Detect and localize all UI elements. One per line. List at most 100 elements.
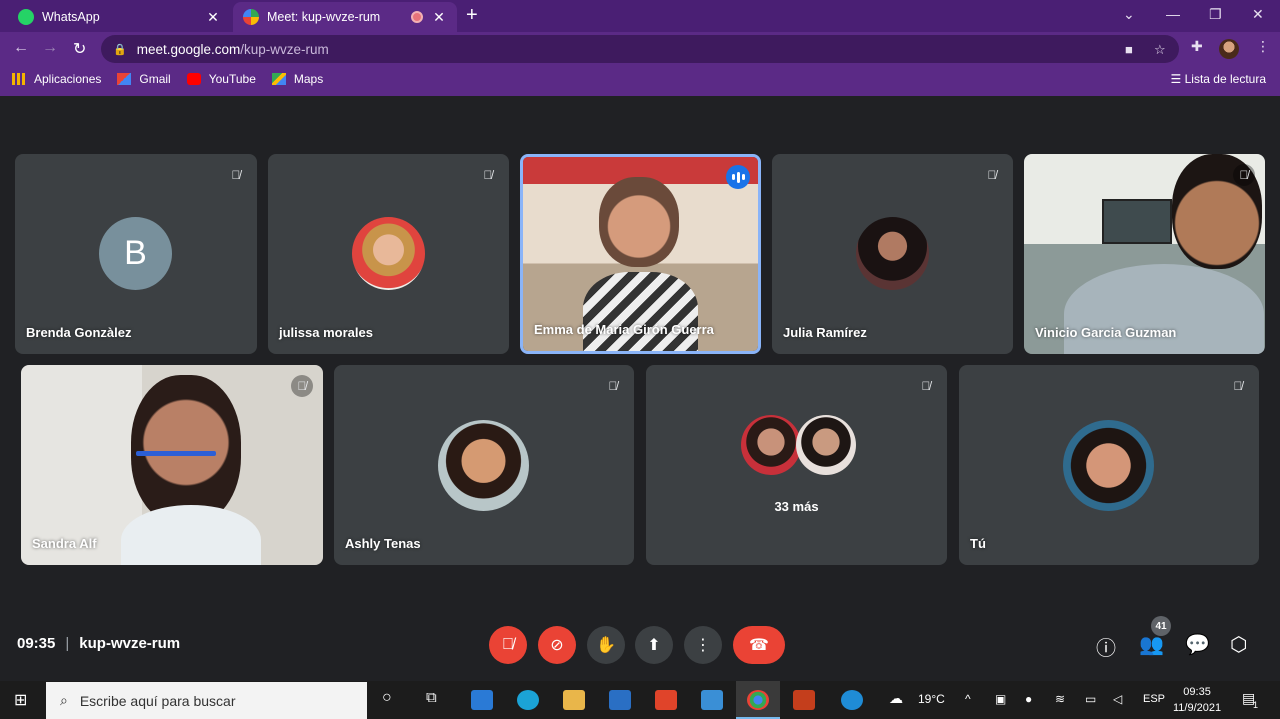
edge-icon[interactable] — [517, 690, 539, 710]
avatar: B — [99, 217, 172, 290]
tab-meet[interactable]: Meet: kup-wvze-rum ✕ — [233, 2, 457, 32]
participant-tile-brenda[interactable]: 🎙̸ B Brenda Gonzàlez — [15, 154, 257, 354]
recording-indicator-icon — [411, 11, 423, 23]
more-participants-label: 33 más — [774, 499, 819, 514]
language-indicator[interactable]: ESP — [1143, 693, 1165, 705]
participant-tile-more[interactable]: 🎙̸ 33 más — [646, 365, 947, 565]
cortana-icon[interactable]: ○ — [382, 689, 392, 707]
close-tab-icon[interactable]: ✕ — [431, 9, 447, 26]
youtube-icon — [186, 73, 201, 85]
reading-list[interactable]: ☰ Lista de lectura — [1171, 72, 1266, 86]
pen — [136, 451, 216, 456]
gmail-icon — [117, 73, 132, 85]
show-hidden-icons-icon[interactable]: ^ — [965, 692, 971, 706]
app-icon[interactable] — [701, 690, 723, 710]
avatar — [856, 217, 929, 290]
taskbar-clock[interactable]: 09:35 11/9/2021 — [1173, 684, 1221, 716]
meeting-info: 09:35 | kup-wvze-rum — [17, 635, 180, 652]
forward-icon[interactable]: → — [42, 39, 58, 57]
present-button[interactable]: ⬆ — [635, 626, 673, 664]
meeting-details-icon[interactable]: ⓘ — [1096, 632, 1116, 661]
bookmark-youtube[interactable]: YouTube — [186, 72, 256, 86]
tab-whatsapp[interactable]: WhatsApp ✕ — [8, 2, 231, 32]
avatar — [438, 420, 529, 511]
mail-icon[interactable] — [471, 690, 493, 710]
battery-icon[interactable]: ▭ — [1085, 692, 1096, 706]
present-icon: ⬆ — [647, 637, 661, 654]
tab-search-icon[interactable]: ⌄ — [1123, 6, 1135, 23]
wifi-icon[interactable]: ≋ — [1055, 692, 1065, 706]
meeting-controls-bar: 09:35 | kup-wvze-rum 🎙̸ ⊘ ✋ ⬆ ⋮ ☎ ⓘ 👥 41 💬… — [0, 600, 1280, 680]
reload-icon[interactable]: ↻ — [73, 39, 86, 59]
maximize-icon[interactable]: ❐ — [1209, 6, 1222, 23]
minimize-icon[interactable]: — — [1166, 6, 1180, 22]
search-icon: ⌕ — [60, 692, 68, 708]
mic-off-icon: 🎙̸ — [921, 379, 931, 393]
participant-name: Vinicio Garcia Guzman — [1035, 325, 1177, 340]
participant-tile-sandra[interactable]: 🎙̸ Sandra Alf — [21, 365, 323, 565]
end-call-icon: ☎ — [749, 637, 769, 654]
microphone-icon[interactable]: ● — [1025, 692, 1032, 706]
extensions-icon[interactable]: ✚ — [1191, 38, 1203, 55]
meeting-code[interactable]: kup-wvze-rum — [79, 635, 180, 652]
bookmark-label: Aplicaciones — [34, 72, 102, 86]
new-tab-icon[interactable]: + — [466, 4, 478, 27]
tab-strip: WhatsApp ✕ Meet: kup-wvze-rum ✕ + ⌄ — ❐ … — [0, 0, 1280, 32]
raise-hand-icon: ✋ — [596, 637, 616, 654]
bookmark-star-icon[interactable]: ☆ — [1154, 42, 1166, 58]
camera-off-icon: ⊘ — [550, 637, 564, 654]
powerpoint-icon[interactable] — [793, 690, 815, 710]
address-bar[interactable]: 🔒 meet.google.com/kup-wvze-rum ■ ☆ — [101, 35, 1179, 63]
close-tab-icon[interactable]: ✕ — [205, 9, 221, 26]
store-icon[interactable] — [609, 690, 631, 710]
chrome-icon — [747, 690, 769, 710]
temperature[interactable]: 19°C — [918, 692, 945, 706]
meet-now-icon[interactable]: ▣ — [995, 692, 1006, 706]
back-icon[interactable]: ← — [13, 39, 29, 57]
bookmark-maps[interactable]: Maps — [271, 72, 324, 86]
windows-taskbar: ⊞ ⌕ Escribe aquí para buscar ○ ⧉ ☁ 19°C … — [0, 681, 1280, 719]
mic-off-icon: 🎙̸ — [987, 168, 997, 182]
participant-tile-emma[interactable]: Emma de Maria Girón Guerra — [520, 154, 761, 354]
profile-avatar[interactable] — [1219, 39, 1239, 59]
apps-grid-icon — [12, 73, 26, 85]
speaking-indicator-icon — [726, 165, 750, 189]
search-placeholder: Escribe aquí para buscar — [79, 692, 236, 709]
volume-icon[interactable]: ◁ — [1113, 692, 1122, 706]
participant-tile-julissa[interactable]: 🎙̸ julissa morales — [268, 154, 509, 354]
activities-icon[interactable]: ⬡ — [1230, 632, 1247, 657]
more-vert-icon: ⋮ — [695, 637, 711, 654]
participant-tile-ashly[interactable]: 🎙̸ Ashly Tenas — [334, 365, 634, 565]
chrome-taskbar-button[interactable] — [736, 681, 780, 719]
mic-toggle-button[interactable]: 🎙̸ — [489, 626, 527, 664]
mic-off-icon: 🎙̸ — [608, 379, 618, 393]
more-options-button[interactable]: ⋮ — [684, 626, 722, 664]
weather-icon: ☁ — [889, 690, 903, 706]
chrome-menu-icon[interactable]: ⋮ — [1256, 38, 1270, 55]
camera-toggle-button[interactable]: ⊘ — [538, 626, 576, 664]
camera-site-icon[interactable]: ■ — [1125, 42, 1133, 57]
raise-hand-button[interactable]: ✋ — [587, 626, 625, 664]
bookmark-apps[interactable]: Aplicaciones — [12, 72, 101, 86]
taskbar-search[interactable]: ⌕ Escribe aquí para buscar — [46, 682, 367, 719]
mic-off-icon: 🎙̸ — [231, 168, 241, 182]
window-close-icon[interactable]: ✕ — [1252, 6, 1264, 23]
tab-title: WhatsApp — [42, 10, 100, 24]
file-explorer-icon[interactable] — [563, 690, 585, 710]
participant-tile-vinicio[interactable]: 🎙̸ Vinicio Garcia Guzman — [1024, 154, 1265, 354]
divider: | — [65, 635, 70, 652]
task-view-icon[interactable]: ⧉ — [426, 689, 437, 706]
url-domain: meet.google.com — [136, 41, 241, 57]
whatsapp-icon — [18, 9, 34, 25]
participant-tile-julia[interactable]: 🎙̸ Julia Ramírez — [772, 154, 1013, 354]
bookmark-label: Maps — [293, 72, 324, 86]
participant-name: julissa morales — [279, 325, 373, 340]
office-icon[interactable] — [655, 690, 677, 710]
help-icon[interactable] — [841, 690, 863, 710]
windows-start-icon[interactable]: ⊞ — [14, 690, 27, 710]
end-call-button[interactable]: ☎ — [733, 626, 785, 664]
bookmark-gmail[interactable]: Gmail — [117, 72, 171, 86]
chat-icon[interactable]: 💬 — [1185, 632, 1210, 657]
reading-list-icon: ☰ — [1170, 72, 1185, 86]
participant-tile-self[interactable]: 🎙̸ Tú — [959, 365, 1259, 565]
